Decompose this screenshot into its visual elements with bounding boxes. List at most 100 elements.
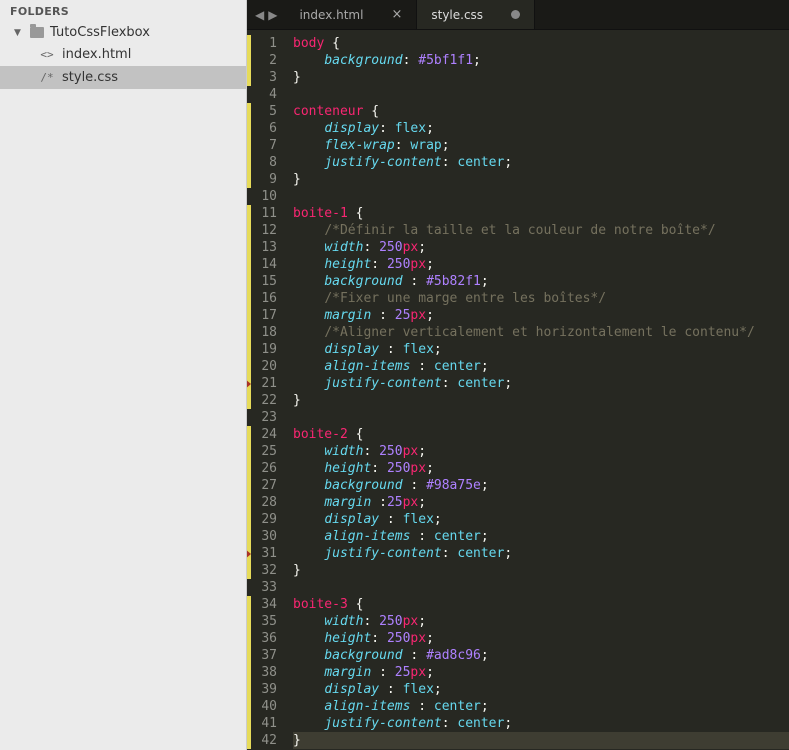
code-line[interactable]: background : #5b82f1; (293, 273, 789, 290)
code-line[interactable]: justify-content: center; (293, 545, 789, 562)
code-line[interactable]: margin : 25px; (293, 664, 789, 681)
line-number: 13 (253, 239, 277, 256)
close-icon[interactable]: × (391, 7, 402, 22)
line-number: 35 (253, 613, 277, 630)
modified-marker-icon (247, 392, 251, 409)
nav-arrows: ◀ ▶ (247, 0, 285, 29)
folder-item[interactable]: ▼ TutoCssFlexbox (0, 22, 246, 43)
code-line[interactable]: /*Définir la taille et la couleur de not… (293, 222, 789, 239)
modified-marker-icon (247, 341, 251, 358)
code-line[interactable]: align-items : center; (293, 358, 789, 375)
code-line[interactable]: display : flex; (293, 511, 789, 528)
modified-marker-icon (247, 528, 251, 545)
code-line[interactable] (293, 86, 789, 103)
tab[interactable]: index.html× (285, 0, 417, 29)
sidebar-header: FOLDERS (0, 0, 246, 22)
code-line[interactable]: boite-2 { (293, 426, 789, 443)
line-number: 15 (253, 273, 277, 290)
code-line[interactable]: justify-content: center; (293, 375, 789, 392)
code-line[interactable]: margin : 25px; (293, 307, 789, 324)
file-item[interactable]: /*style.css (0, 66, 246, 89)
modified-marker-icon (247, 137, 251, 154)
nav-forward-icon[interactable]: ▶ (268, 8, 277, 22)
line-number: 8 (253, 154, 277, 171)
modified-marker-icon (247, 358, 251, 375)
code-line[interactable]: conteneur { (293, 103, 789, 120)
line-number: 24 (253, 426, 277, 443)
fold-marker-icon (247, 549, 251, 559)
folder-icon (30, 27, 44, 38)
modified-marker-icon (247, 307, 251, 324)
file-type-icon: /* (40, 71, 54, 84)
modified-marker-icon (247, 460, 251, 477)
line-number: 16 (253, 290, 277, 307)
code-line[interactable]: } (293, 392, 789, 409)
editor-area: ◀ ▶ index.html×style.css 123456789101112… (247, 0, 789, 750)
line-number: 18 (253, 324, 277, 341)
line-number: 42 (253, 732, 277, 749)
line-number: 2 (253, 52, 277, 69)
code-line[interactable]: justify-content: center; (293, 154, 789, 171)
code-line[interactable]: justify-content: center; (293, 715, 789, 732)
code-line[interactable]: /*Fixer une marge entre les boîtes*/ (293, 290, 789, 307)
code-line[interactable]: } (293, 69, 789, 86)
code-line[interactable]: height: 250px; (293, 630, 789, 647)
modified-marker-icon (247, 596, 251, 613)
code-line[interactable]: display : flex; (293, 681, 789, 698)
code-line[interactable]: body { (293, 35, 789, 52)
line-number: 11 (253, 205, 277, 222)
line-number: 9 (253, 171, 277, 188)
code-line[interactable]: width: 250px; (293, 613, 789, 630)
modified-marker-icon (247, 562, 251, 579)
code-line[interactable]: } (293, 171, 789, 188)
code-line[interactable]: height: 250px; (293, 460, 789, 477)
modified-marker-icon (247, 273, 251, 290)
modified-marker-icon (247, 154, 251, 171)
code-line[interactable]: display: flex; (293, 120, 789, 137)
modified-marker-icon (247, 35, 251, 52)
code-line[interactable]: boite-3 { (293, 596, 789, 613)
nav-back-icon[interactable]: ◀ (255, 8, 264, 22)
code-line[interactable] (293, 188, 789, 205)
code-line[interactable]: background: #5bf1f1; (293, 52, 789, 69)
code-line[interactable]: background : #ad8c96; (293, 647, 789, 664)
line-number: 33 (253, 579, 277, 596)
code-line[interactable]: width: 250px; (293, 239, 789, 256)
line-number: 5 (253, 103, 277, 120)
line-number: 17 (253, 307, 277, 324)
sidebar: FOLDERS ▼ TutoCssFlexbox <>index.html/*s… (0, 0, 247, 750)
line-number: 14 (253, 256, 277, 273)
code-line[interactable]: margin :25px; (293, 494, 789, 511)
modified-marker-icon (247, 511, 251, 528)
code-line[interactable]: display : flex; (293, 341, 789, 358)
code-line[interactable]: align-items : center; (293, 528, 789, 545)
modified-marker-icon (247, 443, 251, 460)
file-item[interactable]: <>index.html (0, 43, 246, 66)
code-line[interactable]: height: 250px; (293, 256, 789, 273)
line-number: 12 (253, 222, 277, 239)
code-line[interactable]: background : #98a75e; (293, 477, 789, 494)
code-content[interactable]: body { background: #5bf1f1;} conteneur {… (287, 30, 789, 750)
code-line[interactable] (293, 579, 789, 596)
fold-marker-icon (247, 379, 251, 389)
line-number: 7 (253, 137, 277, 154)
file-label: index.html (62, 47, 131, 62)
line-number: 37 (253, 647, 277, 664)
modified-marker-icon (247, 69, 251, 86)
code-line[interactable]: width: 250px; (293, 443, 789, 460)
code-line[interactable] (293, 409, 789, 426)
code-line[interactable]: align-items : center; (293, 698, 789, 715)
line-number: 20 (253, 358, 277, 375)
modified-marker-icon (247, 647, 251, 664)
code-line[interactable]: boite-1 { (293, 205, 789, 222)
line-number: 40 (253, 698, 277, 715)
code-line[interactable]: /*Aligner verticalement et horizontaleme… (293, 324, 789, 341)
code-line[interactable]: flex-wrap: wrap; (293, 137, 789, 154)
code-line[interactable]: } (293, 732, 789, 749)
modified-marker-icon (247, 613, 251, 630)
modified-marker-icon (247, 256, 251, 273)
dirty-indicator-icon (511, 10, 520, 19)
code-line[interactable]: } (293, 562, 789, 579)
tab[interactable]: style.css (417, 0, 535, 29)
code-editor[interactable]: 1234567891011121314151617181920212223242… (247, 30, 789, 750)
